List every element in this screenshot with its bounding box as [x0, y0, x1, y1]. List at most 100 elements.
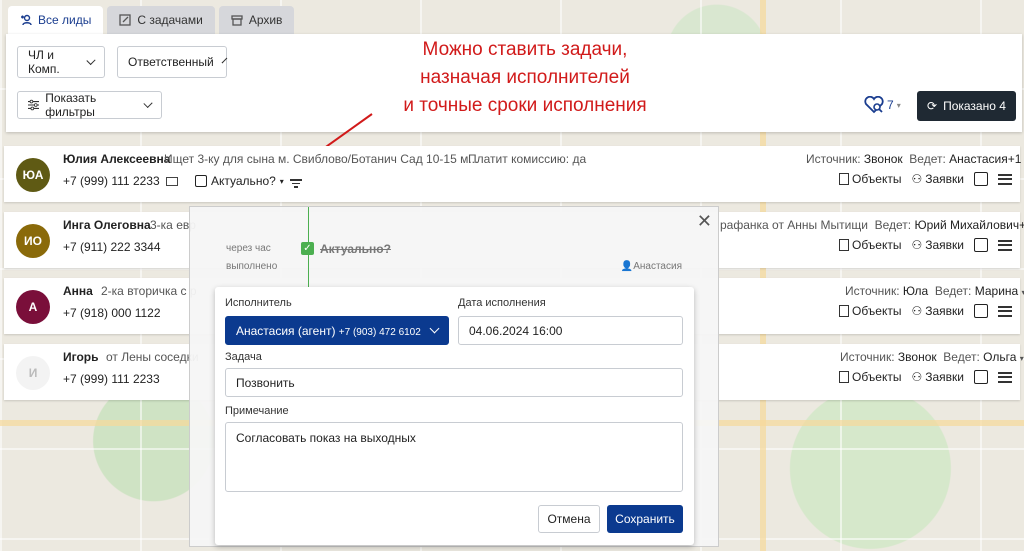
client-type-select[interactable]: ЧЛ и Комп. — [17, 46, 105, 78]
users-icon: ⚇ — [911, 172, 923, 186]
executor-select[interactable]: Анастасия (агент) +7 (903) 472 6102 — [225, 316, 449, 345]
tab-with-tasks[interactable]: С задачами — [107, 6, 215, 34]
task-input[interactable]: Позвонить — [225, 368, 683, 397]
avatar: ИО — [16, 224, 50, 258]
show-filters-label: Показать фильтры — [45, 91, 97, 119]
lead-name[interactable]: Анна — [63, 284, 93, 298]
lead-phone[interactable]: +7 (918) 000 1122 — [63, 306, 161, 320]
filter-icon[interactable] — [290, 179, 302, 188]
avatar: А — [16, 290, 50, 324]
date-label: Дата исполнения — [458, 297, 546, 309]
lead-phone[interactable]: +7 (999) 111 2233 — [63, 372, 160, 386]
phone-number: +7 (999) 111 2233 — [63, 174, 160, 188]
users-icon: ⚇ — [911, 304, 923, 318]
executor-phone: +7 (903) 472 6102 — [338, 326, 421, 338]
responsible-select[interactable]: Ответственный — [117, 46, 228, 78]
cancel-button[interactable]: Отмена — [538, 505, 600, 533]
lead-description: Ищет 3-ку для сына м. Свиблово/Ботанич С… — [164, 152, 479, 166]
task-time: через час — [226, 243, 271, 254]
check-icon: ✓ — [301, 242, 314, 255]
menu-icon[interactable] — [998, 173, 1012, 185]
lead-tabs: Все лиды С задачами Архив — [8, 6, 295, 34]
chevron-down-icon — [143, 98, 153, 108]
lead-actions: Объекты ⚇ Заявки — [838, 238, 1012, 252]
objects-button[interactable]: Объекты — [838, 238, 901, 252]
task-status-label: Актуально? — [211, 174, 276, 188]
favorites-button[interactable]: 7 ▾ — [864, 96, 901, 114]
task-status[interactable]: Актуально? ▾ — [195, 174, 284, 188]
note-label: Примечание — [225, 405, 289, 417]
lead-actions: Объекты ⚇ Заявки — [838, 304, 1012, 318]
task-state: выполнено — [226, 261, 278, 272]
task-title: Актуально? — [320, 242, 391, 256]
requests-button[interactable]: ⚇ Заявки — [911, 238, 964, 252]
lead-source: Источник: Звонок Ведет: Ольга ▾ — [840, 350, 1024, 364]
tab-all-leads[interactable]: Все лиды — [8, 6, 104, 34]
close-icon[interactable]: ✕ — [697, 211, 712, 232]
lead-name[interactable]: Инга Олеговна — [63, 218, 151, 232]
lead-name[interactable]: Игорь — [63, 350, 99, 364]
mail-icon — [165, 177, 178, 186]
heart-search-icon — [864, 96, 884, 114]
task-assignee: 👤Анастасия — [620, 261, 682, 272]
tab-label: Архив — [248, 13, 283, 27]
edit-icon[interactable] — [974, 172, 988, 186]
task-label: Задача — [225, 351, 262, 363]
executor-label: Исполнитель — [225, 297, 292, 309]
task-form-modal: Исполнитель Анастасия (агент) +7 (903) 4… — [215, 287, 694, 545]
requests-button[interactable]: ⚇ Заявки — [911, 172, 964, 186]
sliders-icon — [28, 99, 40, 111]
executor-value: Анастасия (агент) — [236, 323, 336, 338]
edit-icon[interactable] — [974, 304, 988, 318]
tab-archive[interactable]: Архив — [218, 6, 295, 34]
lead-source: Источник: Юла Ведет: Марина ▾ — [845, 284, 1024, 298]
chevron-down-icon — [86, 55, 96, 65]
archive-icon — [231, 15, 243, 26]
lead-source: рафанка от Анны Мытищи Ведет: Юрий Михай… — [720, 218, 1024, 232]
avatar: ЮА — [16, 158, 50, 192]
annotation-line: и точные сроки исполнения — [403, 95, 647, 116]
annotation-text: Можно ставить задачи, назначая исполните… — [360, 36, 690, 120]
lead-commission: Платит комиссию: да — [468, 152, 587, 166]
shown-count-button[interactable]: ⟳ Показано 4 — [917, 91, 1016, 121]
tab-label: С задачами — [137, 13, 203, 27]
objects-button[interactable]: Объекты — [838, 172, 901, 186]
lead-phone[interactable]: +7 (911) 222 3344 — [63, 240, 161, 254]
requests-button[interactable]: ⚇ Заявки — [911, 304, 964, 318]
chevron-down-icon — [221, 57, 228, 63]
document-icon — [838, 371, 849, 383]
objects-button[interactable]: Объекты — [838, 370, 901, 384]
annotation-line: назначая исполнителей — [420, 67, 630, 88]
add-user-icon — [21, 14, 32, 26]
show-filters-button[interactable]: Показать фильтры — [17, 91, 162, 119]
lead-name[interactable]: Юлия Алексеевна — [63, 152, 170, 166]
objects-button[interactable]: Объекты — [838, 304, 901, 318]
lead-description: от Лены соседки — [106, 350, 199, 364]
menu-icon[interactable] — [998, 305, 1012, 317]
edit-icon[interactable] — [974, 370, 988, 384]
chevron-down-icon — [429, 323, 440, 334]
lead-actions: Объекты ⚇ Заявки — [838, 370, 1012, 384]
lead-actions: Объекты ⚇ Заявки — [838, 172, 1012, 186]
menu-icon[interactable] — [998, 239, 1012, 251]
save-button[interactable]: Сохранить — [607, 505, 683, 533]
edit-icon — [195, 175, 207, 187]
avatar: И — [16, 356, 50, 390]
responsible-value: Ответственный — [128, 55, 214, 69]
date-input[interactable]: 04.06.2024 16:00 — [458, 316, 683, 345]
menu-icon[interactable] — [998, 371, 1012, 383]
edit-icon[interactable] — [974, 238, 988, 252]
document-icon — [838, 305, 849, 317]
annotation-line: Можно ставить задачи, — [422, 39, 628, 60]
requests-button[interactable]: ⚇ Заявки — [911, 370, 964, 384]
document-icon — [838, 239, 849, 251]
lead-phone[interactable]: +7 (999) 111 2233 — [63, 174, 178, 188]
refresh-icon: ⟳ — [927, 99, 938, 113]
favorites-count: 7 — [887, 98, 894, 112]
edit-icon — [119, 14, 131, 26]
client-type-value: ЧЛ и Комп. — [28, 48, 60, 76]
note-textarea[interactable]: Согласовать показ на выходных — [225, 422, 683, 492]
lead-card[interactable]: ЮА Юлия Алексеевна Ищет 3-ку для сына м.… — [4, 146, 1021, 202]
lead-description: 2-ка вторичка с р — [101, 284, 197, 298]
document-icon — [838, 173, 849, 185]
